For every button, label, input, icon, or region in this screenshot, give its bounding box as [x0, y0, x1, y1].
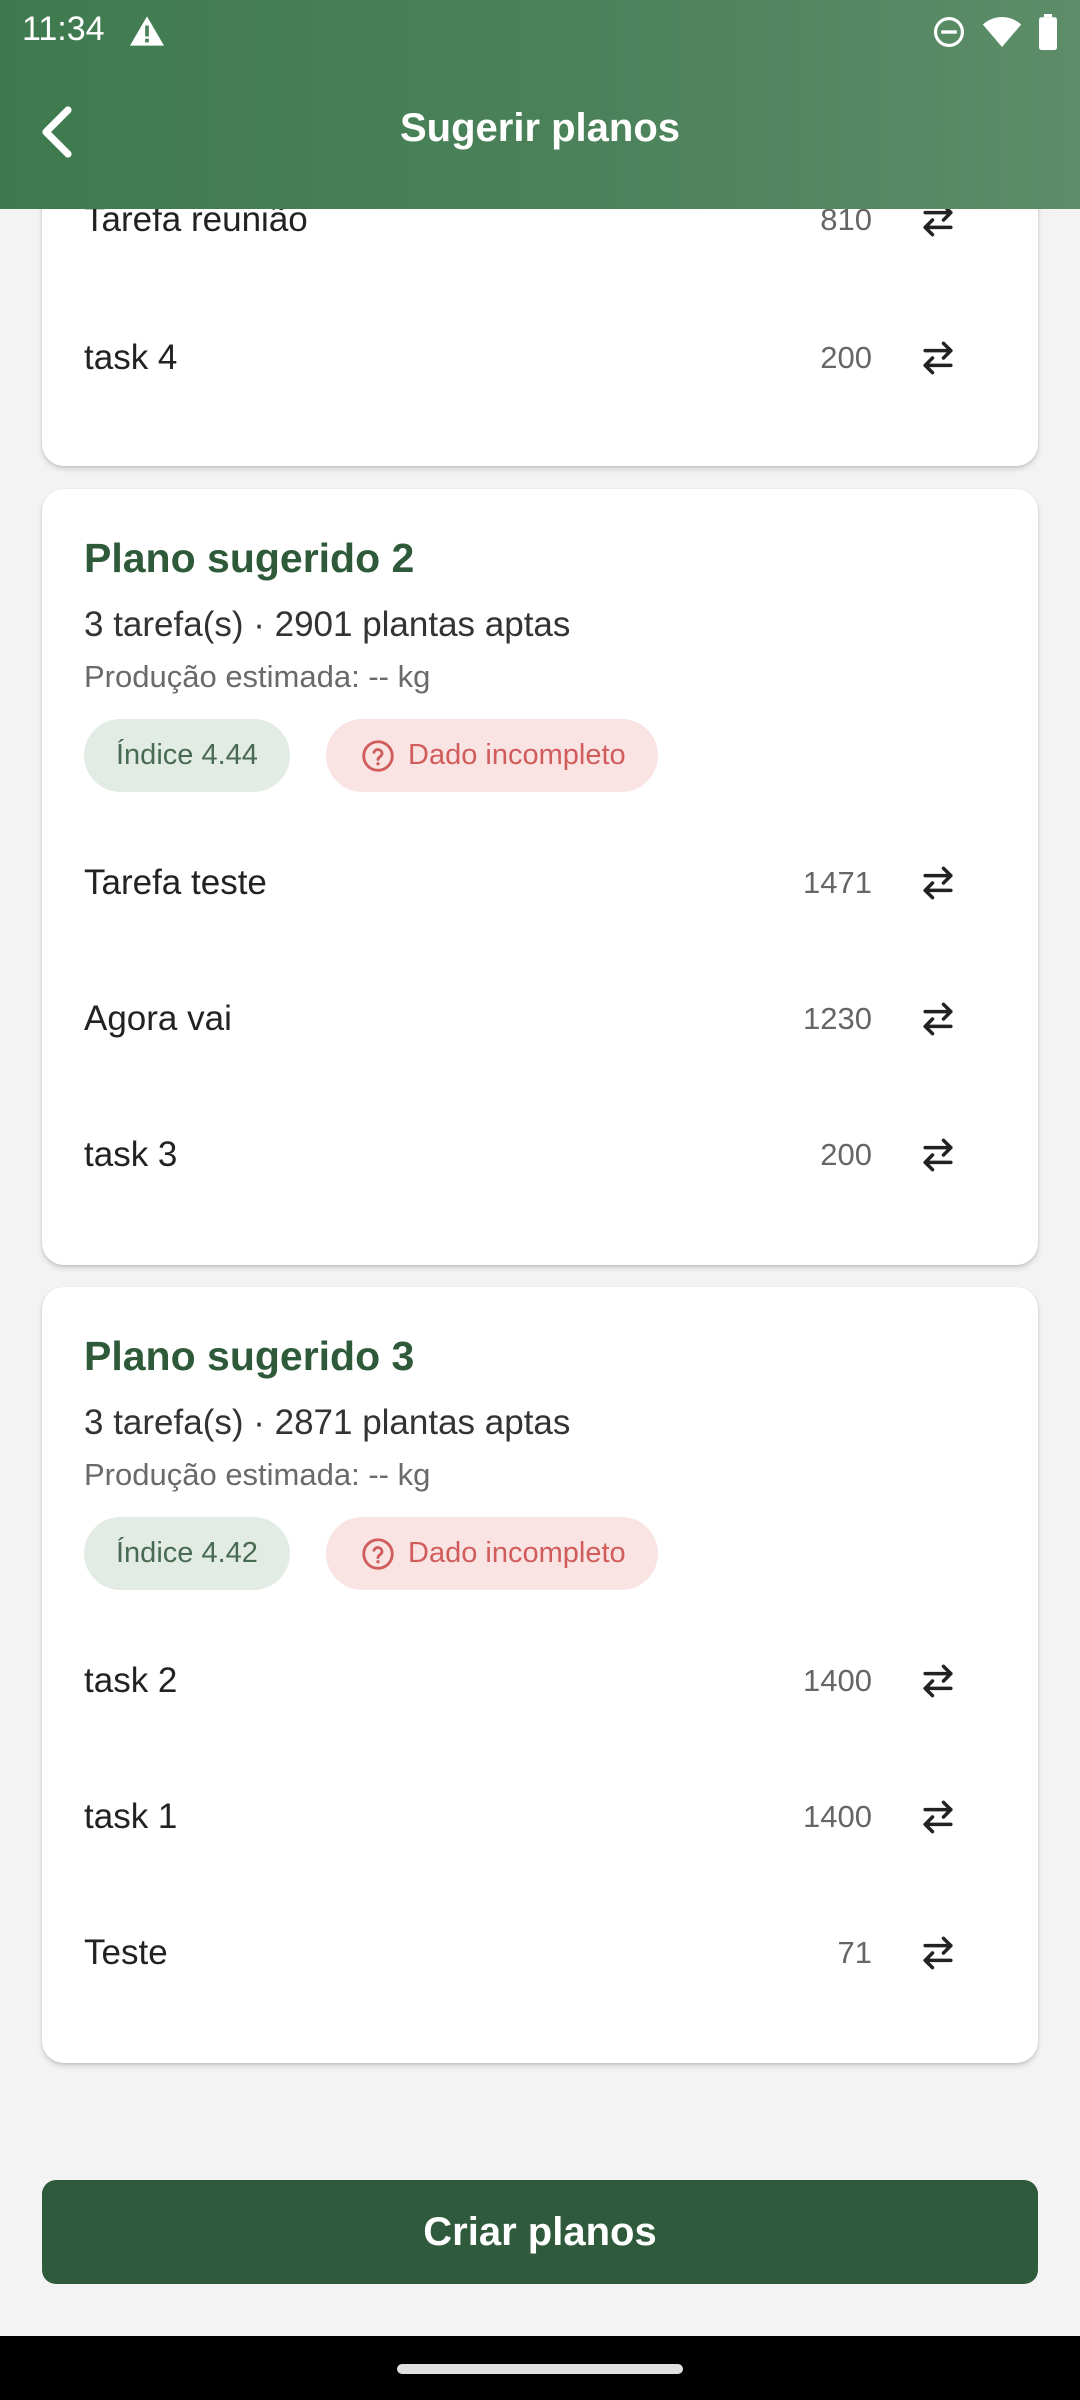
help-circle-icon: [362, 1537, 394, 1570]
warning-icon: [130, 16, 164, 46]
swap-icon[interactable]: [916, 336, 960, 380]
incomplete-data-label: Dado incompleto: [408, 1537, 626, 1569]
home-gesture-handle[interactable]: [397, 2364, 683, 2374]
plan-production: Produção estimada: -- kg: [84, 659, 431, 694]
swap-icon[interactable]: [916, 1659, 960, 1703]
plan-title: Plano sugerido 2: [84, 535, 415, 581]
task-count: 1400: [803, 1799, 872, 1834]
swap-icon[interactable]: [916, 1931, 960, 1975]
task-name: Tarefa teste: [84, 863, 267, 902]
plan-card-2: Plano sugerido 2 3 tarefa(s) · 2901 plan…: [42, 489, 1038, 1265]
plan-card-3: Plano sugerido 3 3 tarefa(s) · 2871 plan…: [42, 1287, 1038, 2063]
task-name: Teste: [84, 1933, 168, 1972]
task-row: task 3 200: [42, 1115, 1038, 1195]
swap-icon[interactable]: [916, 997, 960, 1041]
page-title: Sugerir planos: [399, 106, 681, 150]
task-name: task 3: [84, 1135, 178, 1174]
plans-list[interactable]: Tarefa reunião 810 task 4 200 Plano suge…: [0, 0, 1080, 2336]
status-icons: [932, 14, 1058, 50]
plan-production: Produção estimada: -- kg: [84, 1457, 431, 1492]
index-chip: Índice 4.42: [84, 1517, 290, 1590]
task-name: task 4: [84, 338, 178, 377]
incomplete-data-chip: Dado incompleto: [326, 1517, 658, 1590]
battery-icon: [1039, 14, 1057, 50]
plan-summary: 3 tarefa(s) · 2901 plantas aptas: [84, 605, 571, 644]
task-row: Tarefa teste 1471: [42, 843, 1038, 923]
task-name: task 1: [84, 1797, 178, 1836]
task-name: task 2: [84, 1661, 178, 1700]
status-time: 11:34: [22, 10, 105, 48]
swap-icon[interactable]: [916, 861, 960, 905]
index-chip: Índice 4.44: [84, 719, 290, 792]
status-bar: 11:34: [0, 0, 1080, 62]
task-count: 1230: [803, 1001, 872, 1036]
task-row: task 4 200: [42, 318, 1038, 398]
task-count: 200: [820, 1137, 872, 1172]
help-circle-icon: [362, 739, 394, 772]
task-count: 71: [837, 1935, 872, 1970]
index-chip-label: Índice 4.42: [116, 1537, 258, 1569]
incomplete-data-label: Dado incompleto: [408, 739, 626, 771]
plan-title: Plano sugerido 3: [84, 1333, 415, 1379]
task-row: task 1 1400: [42, 1777, 1038, 1857]
incomplete-data-chip: Dado incompleto: [326, 719, 658, 792]
task-name: Agora vai: [84, 999, 232, 1038]
index-chip-label: Índice 4.44: [116, 739, 258, 771]
task-count: 200: [820, 340, 872, 375]
task-row: Teste 71: [42, 1913, 1038, 1993]
swap-icon[interactable]: [916, 1133, 960, 1177]
create-plans-button[interactable]: Criar planos: [42, 2180, 1038, 2284]
app-bar: Sugerir planos: [0, 62, 1080, 209]
task-row: task 2 1400: [42, 1641, 1038, 1721]
task-row: Agora vai 1230: [42, 979, 1038, 1059]
header: 11:34 Sugerir planos: [0, 0, 1080, 209]
plan-summary: 3 tarefa(s) · 2871 plantas aptas: [84, 1403, 571, 1442]
wifi-icon: [982, 17, 1022, 47]
do-not-disturb-icon: [933, 16, 965, 48]
swap-icon[interactable]: [916, 1795, 960, 1839]
navigation-bar: [0, 2336, 1080, 2400]
task-count: 1400: [803, 1663, 872, 1698]
task-count: 1471: [803, 865, 872, 900]
